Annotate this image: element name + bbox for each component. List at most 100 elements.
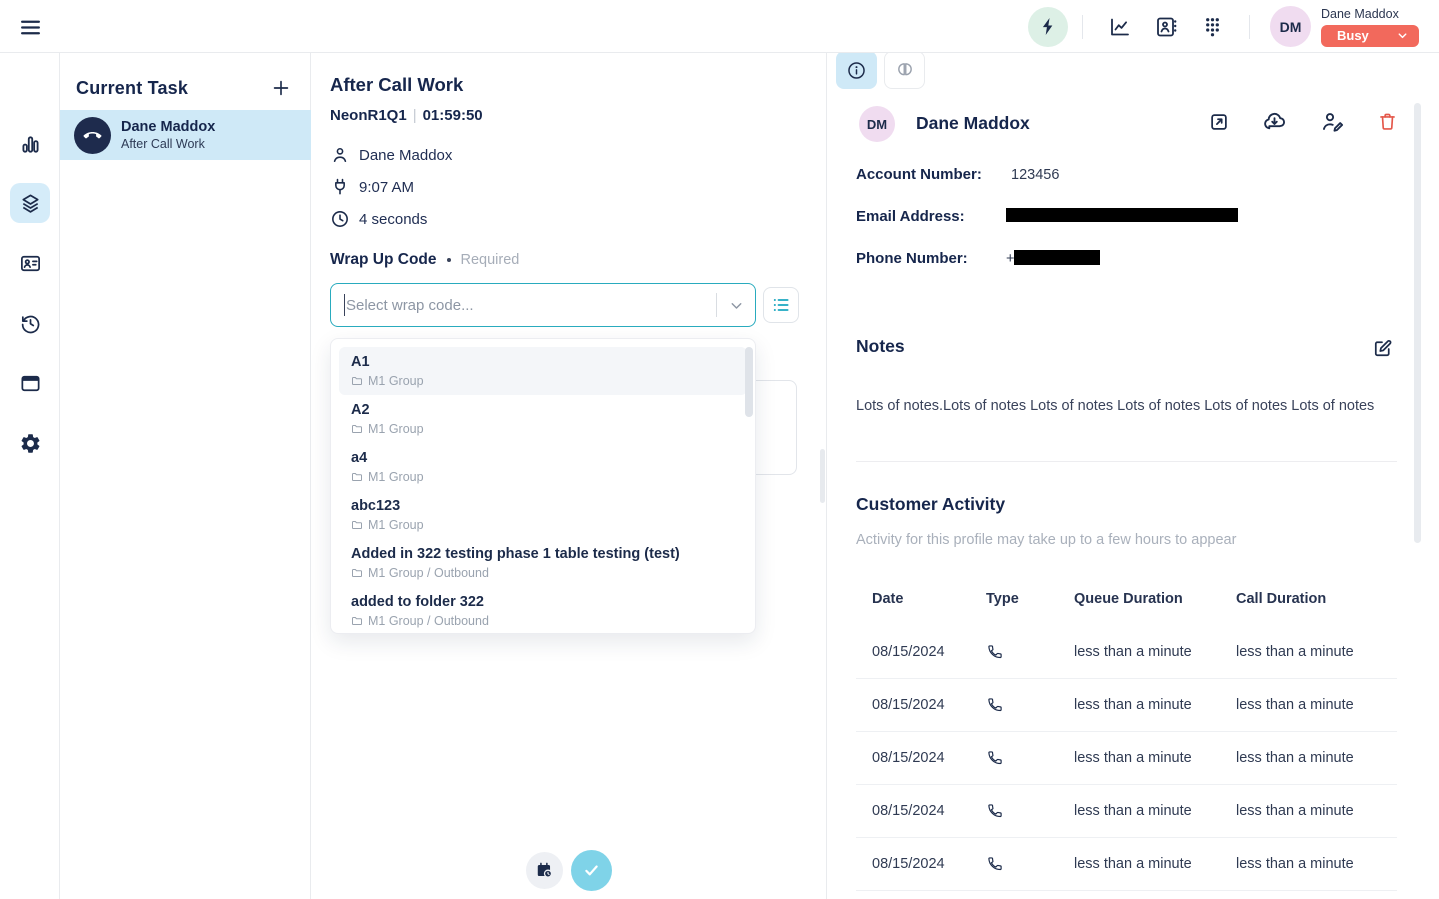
acw-duration-row: 4 seconds bbox=[330, 209, 427, 229]
schedule-callback-button[interactable] bbox=[526, 852, 563, 889]
redacted-email-value bbox=[1006, 208, 1238, 222]
user-name: Dane Maddox bbox=[1321, 7, 1419, 21]
wrap-code-option[interactable]: abc123 M1 Group bbox=[339, 491, 747, 539]
activity-row[interactable]: 08/15/2024 less than a minute less than … bbox=[856, 838, 1397, 891]
task-list-item[interactable]: Dane Maddox After Call Work bbox=[60, 110, 311, 160]
phone-label: Phone Number: bbox=[856, 250, 968, 267]
col-date: Date bbox=[872, 591, 986, 607]
nav-tasks-button[interactable] bbox=[10, 183, 50, 223]
phone-call-icon bbox=[986, 696, 1074, 714]
col-call-duration: Call Duration bbox=[1236, 591, 1397, 607]
wrap-code-option[interactable]: A1 M1 Group bbox=[339, 347, 747, 395]
layers-icon bbox=[19, 192, 42, 215]
option-group: M1 Group / Outbound bbox=[351, 614, 747, 628]
acw-start-time: 9:07 AM bbox=[359, 179, 414, 196]
option-group-label: M1 Group bbox=[368, 422, 424, 436]
acw-panel-scrollbar-thumb[interactable] bbox=[820, 449, 825, 503]
calendar-clock-icon bbox=[535, 861, 554, 880]
activity-date: 08/15/2024 bbox=[872, 644, 986, 660]
wrap-code-option[interactable]: Added in 322 testing phase 1 table testi… bbox=[339, 539, 747, 587]
contact-card-icon bbox=[19, 252, 42, 275]
account-number-value: 123456 bbox=[1011, 167, 1059, 183]
nav-settings-button[interactable] bbox=[10, 423, 50, 463]
profile-avatar: DM bbox=[859, 106, 895, 142]
edit-notes-button[interactable] bbox=[1371, 337, 1394, 360]
add-task-button[interactable] bbox=[268, 75, 294, 101]
quick-actions-button[interactable] bbox=[1028, 7, 1068, 47]
clock-icon bbox=[330, 209, 350, 229]
activity-queue-duration: less than a minute bbox=[1074, 803, 1236, 819]
wrap-code-option[interactable]: added to folder 322 M1 Group / Outbound bbox=[339, 587, 747, 634]
contacts-button[interactable] bbox=[1148, 9, 1184, 45]
line-chart-icon bbox=[1108, 15, 1132, 39]
option-title: A1 bbox=[351, 353, 747, 371]
activity-queue-duration: less than a minute bbox=[1074, 697, 1236, 713]
nav-contacts-button[interactable] bbox=[10, 243, 50, 283]
activity-row[interactable]: 08/15/2024 less than a minute less than … bbox=[856, 732, 1397, 785]
chevron-down-icon bbox=[1396, 29, 1409, 42]
tab-ai-insights[interactable] bbox=[884, 51, 925, 89]
nav-dashboard-button[interactable] bbox=[10, 124, 50, 164]
task-status: After Call Work bbox=[121, 137, 215, 151]
notes-title: Notes bbox=[856, 336, 905, 357]
external-link-icon bbox=[1208, 111, 1230, 133]
customer-activity-note: Activity for this profile may take up to… bbox=[856, 532, 1236, 548]
activity-table: Date Type Queue Duration Call Duration 0… bbox=[856, 579, 1397, 891]
activity-row[interactable]: 08/15/2024 less than a minute less than … bbox=[856, 679, 1397, 732]
top-bar: DM Dane Maddox Busy bbox=[0, 0, 1439, 53]
profile-tabs bbox=[836, 51, 925, 89]
edit-contact-button[interactable] bbox=[1320, 109, 1345, 134]
plug-icon bbox=[330, 177, 350, 197]
option-group: M1 Group bbox=[351, 470, 747, 484]
select-chevron-button[interactable] bbox=[717, 297, 755, 314]
complete-task-button[interactable] bbox=[571, 850, 612, 891]
nav-history-button[interactable] bbox=[10, 303, 50, 343]
select-controls bbox=[716, 284, 755, 326]
activity-date: 08/15/2024 bbox=[872, 697, 986, 713]
download-profile-button[interactable] bbox=[1262, 109, 1287, 134]
analytics-button[interactable] bbox=[1102, 9, 1138, 45]
user-status-block: Dane Maddox Busy bbox=[1321, 7, 1419, 47]
nav-browser-button[interactable] bbox=[10, 363, 50, 403]
activity-queue-duration: less than a minute bbox=[1074, 856, 1236, 872]
activity-queue-duration: less than a minute bbox=[1074, 644, 1236, 660]
status-dropdown-button[interactable]: Busy bbox=[1321, 25, 1419, 47]
activity-row[interactable]: 08/15/2024 less than a minute less than … bbox=[856, 626, 1397, 679]
activity-call-duration: less than a minute bbox=[1236, 856, 1397, 872]
topbar-divider bbox=[1082, 15, 1083, 39]
wrap-code-option[interactable]: A2 M1 Group bbox=[339, 395, 747, 443]
customer-activity-title: Customer Activity bbox=[856, 494, 1005, 515]
delete-contact-button[interactable] bbox=[1377, 111, 1398, 132]
hamburger-menu-button[interactable] bbox=[16, 13, 44, 41]
wrap-code-list-button[interactable] bbox=[763, 287, 799, 323]
task-meta: Dane Maddox After Call Work bbox=[121, 119, 215, 151]
wrap-code-select[interactable]: Select wrap code... bbox=[330, 283, 756, 327]
tab-info[interactable] bbox=[836, 51, 877, 89]
activity-date: 08/15/2024 bbox=[872, 803, 986, 819]
profile-scrollbar-thumb[interactable] bbox=[1414, 103, 1421, 543]
option-title: A2 bbox=[351, 401, 747, 419]
profile-actions bbox=[1208, 109, 1398, 134]
task-avatar bbox=[74, 117, 111, 154]
dialpad-button[interactable] bbox=[1194, 9, 1230, 45]
phone-handset-icon bbox=[83, 126, 102, 145]
activity-row[interactable]: 08/15/2024 less than a minute less than … bbox=[856, 785, 1397, 838]
acw-contact-name: Dane Maddox bbox=[359, 147, 452, 164]
folder-icon bbox=[351, 567, 363, 579]
open-profile-button[interactable] bbox=[1208, 111, 1230, 133]
dropdown-scrollbar-thumb[interactable] bbox=[745, 347, 753, 417]
folder-icon bbox=[351, 519, 363, 531]
user-avatar[interactable]: DM bbox=[1270, 6, 1311, 47]
hamburger-icon bbox=[18, 15, 43, 40]
bar-chart-icon bbox=[19, 133, 42, 156]
activity-table-body: 08/15/2024 less than a minute less than … bbox=[856, 626, 1397, 891]
option-group-label: M1 Group bbox=[368, 374, 424, 388]
after-call-work-panel: After Call Work NeonR1Q1|01:59:50 Dane M… bbox=[311, 53, 827, 899]
acw-timer: 01:59:50 bbox=[423, 107, 483, 124]
folder-icon bbox=[351, 471, 363, 483]
address-book-icon bbox=[1154, 15, 1178, 39]
notes-divider bbox=[856, 461, 1397, 462]
activity-table-header: Date Type Queue Duration Call Duration bbox=[856, 579, 1397, 619]
wrap-code-placeholder: Select wrap code... bbox=[346, 297, 474, 314]
wrap-code-option[interactable]: a4 M1 Group bbox=[339, 443, 747, 491]
